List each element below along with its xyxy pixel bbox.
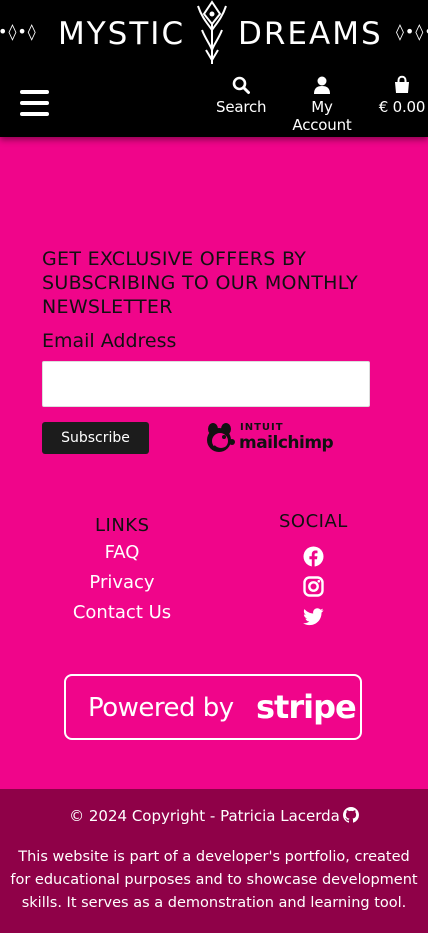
shopping-bag-icon	[395, 75, 409, 93]
copyright-link[interactable]: © 2024 Copyright - Patricia Lacerda	[69, 807, 359, 825]
nav-account-label: My Account	[292, 98, 352, 134]
facebook-icon[interactable]	[303, 546, 324, 567]
powered-by-stripe-badge[interactable]: Powered by stripe	[64, 674, 362, 740]
subscribe-button[interactable]: Subscribe	[42, 422, 149, 454]
brand-logo[interactable]: •◊•◊ MYSTIC DREAMS ◊•◊•	[0, 0, 428, 68]
footer-link-faq[interactable]: FAQ	[52, 542, 192, 563]
email-label: Email Address	[42, 330, 177, 352]
email-field[interactable]	[42, 361, 370, 407]
mailchimp-wordmark: mailchimp	[239, 433, 334, 453]
mailchimp-intuit-text: INTUIT	[240, 422, 284, 433]
copyright-line: © 2024 Copyright - Patricia Lacerda	[0, 807, 428, 825]
social-heading: SOCIAL	[279, 511, 348, 532]
menu-icon[interactable]	[20, 90, 49, 116]
brand-ornament-right: ◊•◊•	[396, 22, 428, 41]
elven-emblem-icon	[197, 0, 227, 64]
github-icon[interactable]	[342, 807, 359, 823]
footer-link-privacy[interactable]: Privacy	[52, 572, 192, 593]
nav-cart-total: € 0.00	[378, 98, 426, 116]
newsletter-heading: GET EXCLUSIVE OFFERS BY SUBSCRIBING TO O…	[42, 248, 359, 318]
brand-name-left: MYSTIC	[58, 16, 186, 52]
copyright-text: © 2024 Copyright - Patricia Lacerda	[69, 807, 340, 825]
brand-ornament-left: •◊•◊	[0, 22, 37, 41]
footer-link-contact[interactable]: Contact Us	[52, 602, 192, 623]
instagram-icon[interactable]	[303, 576, 324, 597]
nav-account[interactable]: My Account	[280, 74, 364, 134]
site-footer: © 2024 Copyright - Patricia Lacerda This…	[0, 789, 428, 933]
mailchimp-icon	[207, 423, 235, 452]
nav-cart[interactable]: € 0.00	[376, 74, 428, 116]
nav-search-label: Search	[216, 98, 267, 116]
stripe-wordmark: stripe	[256, 688, 357, 726]
search-icon	[232, 76, 250, 94]
nav-search[interactable]: Search	[216, 74, 267, 116]
links-heading: LINKS	[95, 515, 150, 536]
twitter-icon[interactable]	[303, 606, 324, 627]
brand-name-right: DREAMS	[238, 16, 383, 52]
site-header: •◊•◊ MYSTIC DREAMS ◊•◊• Search	[0, 0, 428, 137]
stripe-powered-text: Powered by	[88, 693, 234, 723]
mailchimp-logo[interactable]: INTUIT mailchimp	[204, 420, 334, 456]
portfolio-disclaimer: This website is part of a developer's po…	[10, 849, 418, 911]
user-icon	[314, 76, 330, 94]
